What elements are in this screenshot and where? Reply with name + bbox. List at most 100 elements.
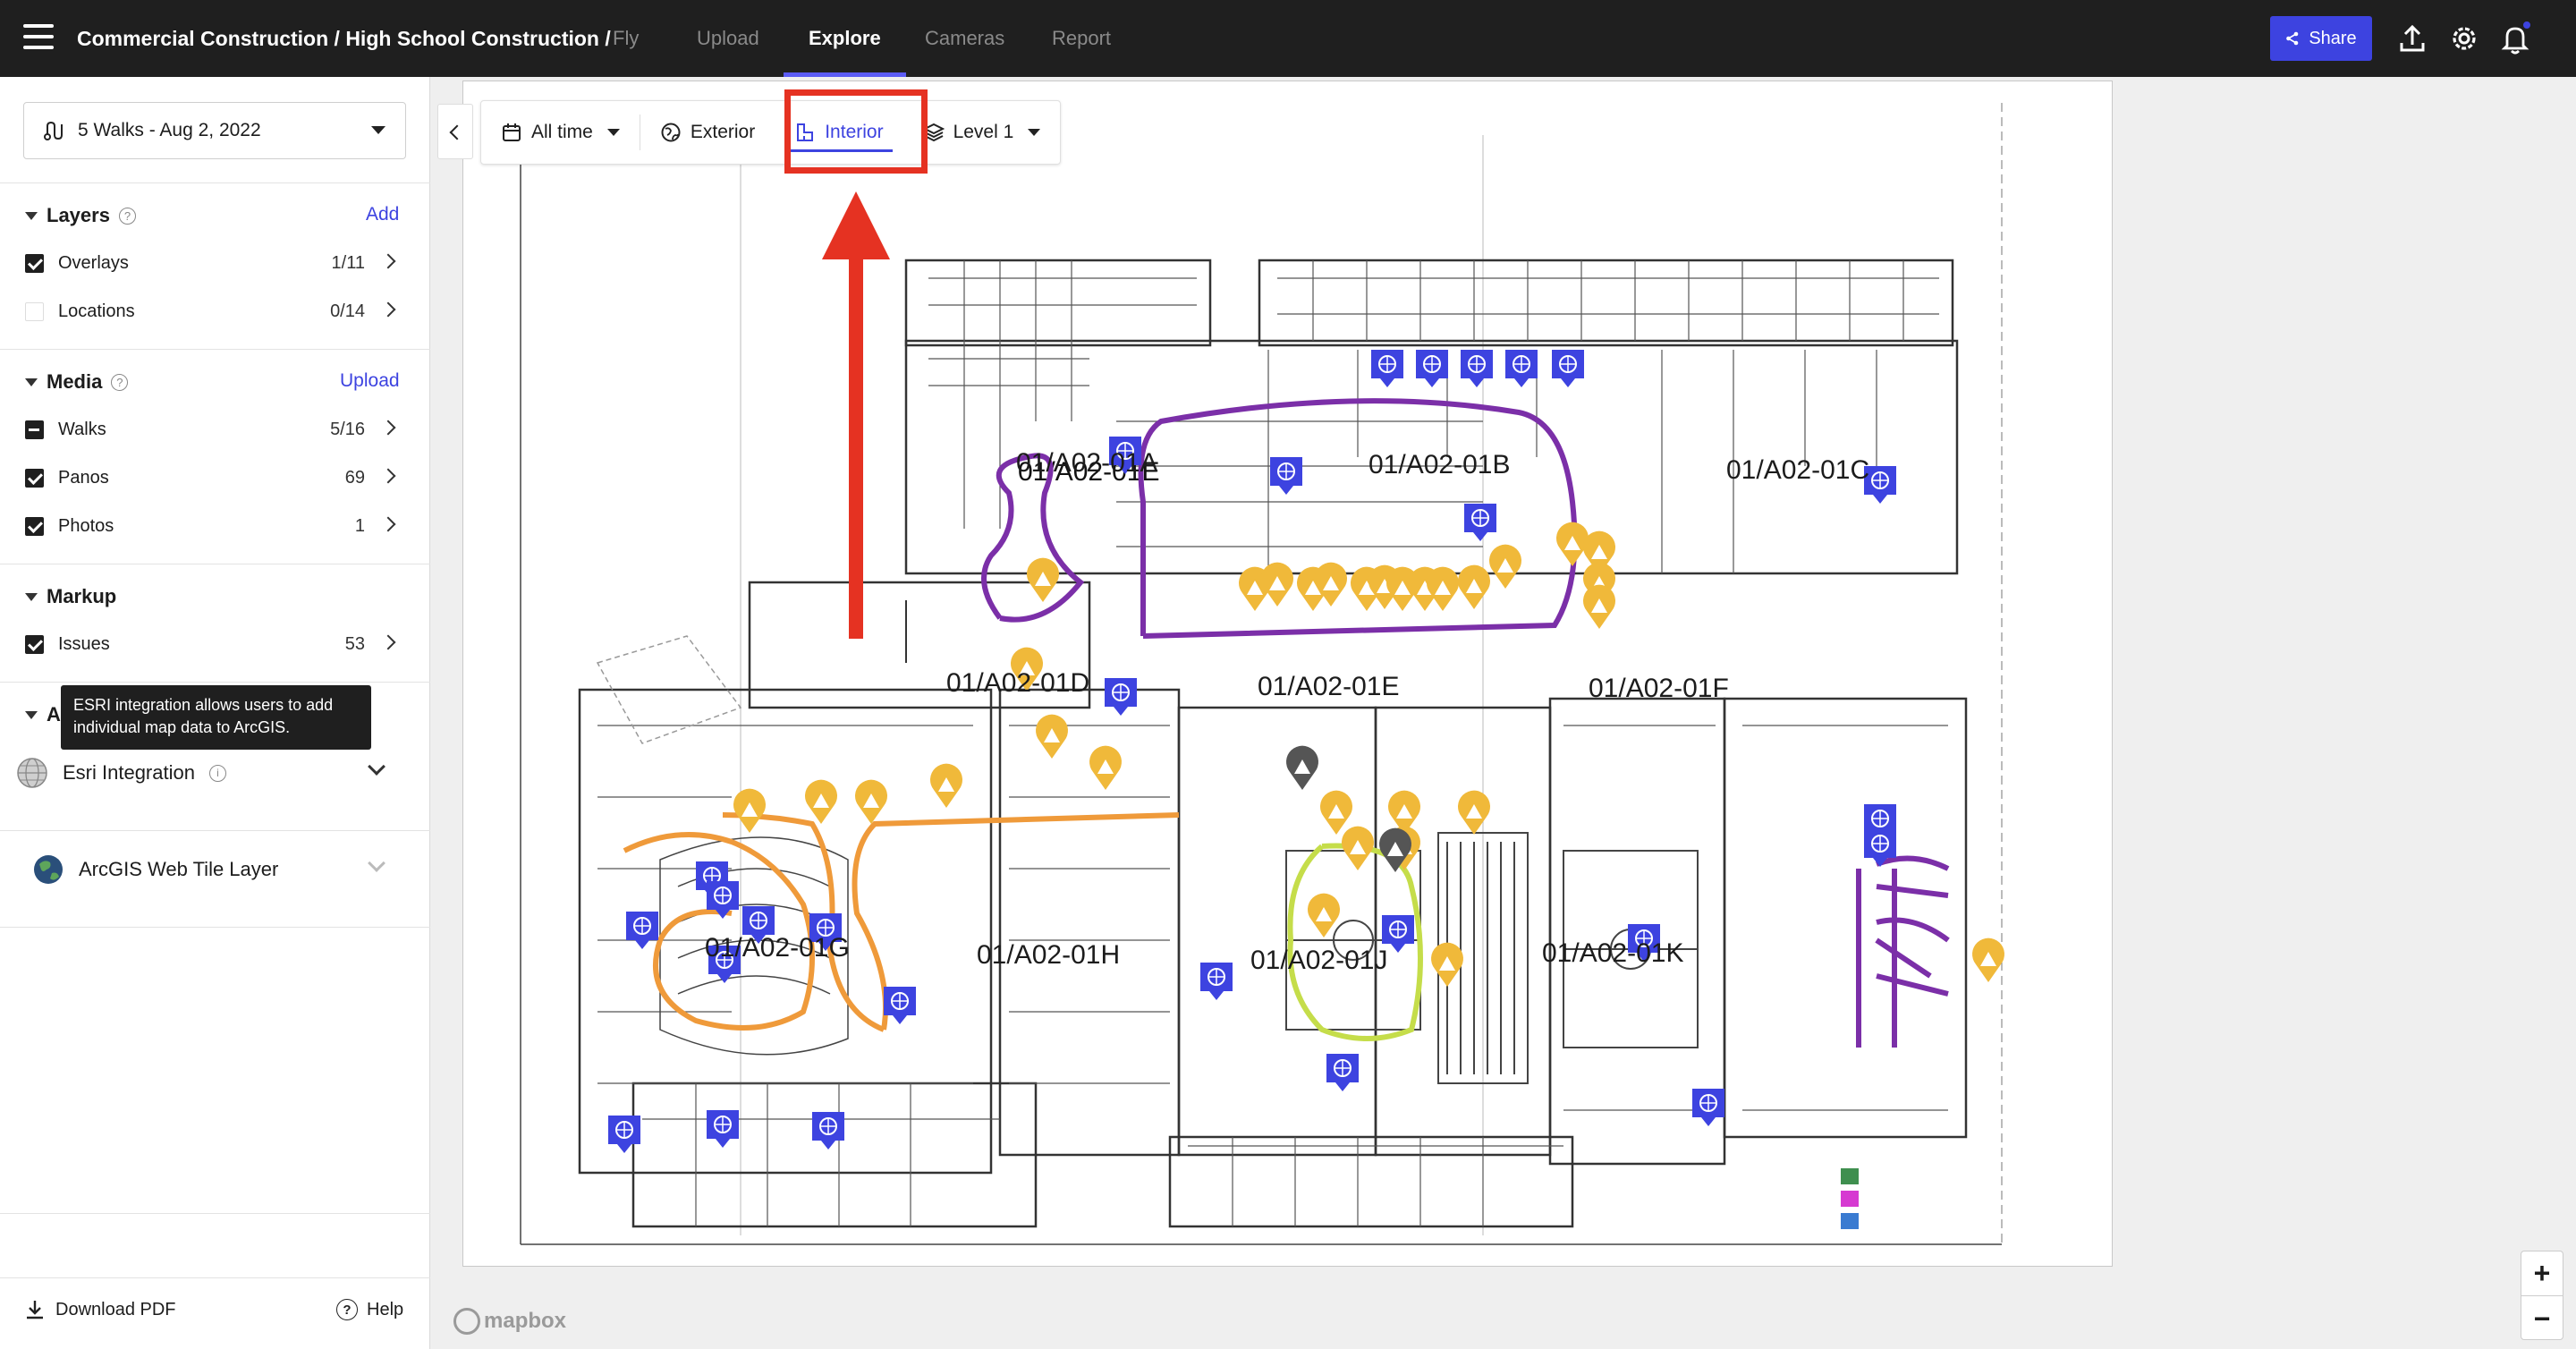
pano-marker-icon[interactable] [626,912,658,949]
panos-checkbox[interactable] [25,468,44,488]
pano-marker-icon[interactable] [1270,457,1302,495]
media-row-photos[interactable]: Photos 1 [25,510,401,542]
issue-marker-icon[interactable] [855,779,887,824]
zoom-out-button[interactable]: − [2521,1296,2563,1341]
map-canvas[interactable]: 01/A02-01E 01/A02-01A 01/A02-01B 01/A02-… [430,77,2576,1349]
help-button[interactable]: ? Help [336,1294,403,1326]
issue-markers[interactable] [733,522,2004,987]
issue-marker-icon[interactable] [1972,938,2004,982]
caret-down-icon [606,129,620,136]
integrations-section-toggle[interactable]: A [25,703,61,726]
issue-marker-icon[interactable] [1427,566,1460,611]
chevron-right-icon[interactable] [380,634,396,650]
issue-marker-icon[interactable] [1342,826,1374,870]
row-label: Overlays [58,252,129,273]
share-button[interactable]: Share [2270,16,2372,61]
issue-marker-icon[interactable] [1027,557,1059,602]
download-icon [27,1301,43,1319]
arcgis-tile-layer-row[interactable]: ArcGIS Web Tile Layer [32,850,426,889]
info-icon[interactable]: i [208,764,226,782]
tab-cameras[interactable]: Cameras [925,0,1004,77]
locations-checkbox[interactable] [25,301,44,321]
markup-section-toggle[interactable]: Markup [25,585,116,608]
esri-integration-row[interactable]: Esri Integration i [16,753,410,793]
markup-row-issues[interactable]: Issues 53 [25,628,401,660]
mapbox-logo[interactable]: mapbox [453,1308,566,1335]
layer-row-locations[interactable]: Locations 0/14 [25,295,401,327]
layers-section-toggle[interactable]: Layers ? [25,204,136,227]
divider [0,1277,430,1278]
notifications-button[interactable] [2498,20,2532,55]
pano-marker-icon[interactable] [608,1116,640,1153]
divider [0,682,430,683]
chevron-right-icon[interactable] [380,420,396,436]
media-row-walks[interactable]: Walks 5/16 [25,413,401,445]
pano-marker-icon[interactable] [1692,1089,1724,1126]
level-dropdown[interactable]: Level 1 [903,100,1061,165]
pano-marker-icon[interactable] [1461,350,1493,387]
pano-marker-icon[interactable] [1505,350,1538,387]
breadcrumb[interactable]: Commercial Construction / High School Co… [77,0,611,77]
pano-marker-icon[interactable] [1326,1054,1359,1091]
tab-explore[interactable]: Explore [784,0,906,77]
issue-marker-icon[interactable] [1036,714,1068,759]
walks-checkbox[interactable] [25,420,44,439]
divider [0,830,430,831]
chevron-right-icon[interactable] [380,516,396,532]
pano-marker-icon[interactable] [1371,350,1403,387]
divider [0,927,430,928]
media-section-toggle[interactable]: Media ? [25,370,129,394]
settings-icon[interactable] [2447,21,2481,55]
pano-marker-icon[interactable] [1464,504,1496,541]
upload-icon[interactable] [2395,21,2429,55]
upload-media-button[interactable]: Upload [340,370,400,392]
walk-selector[interactable]: 5 Walks - Aug 2, 2022 [23,102,406,159]
chevron-right-icon[interactable] [380,253,396,269]
zoom-in-button[interactable]: + [2521,1251,2563,1296]
layer-row-overlays[interactable]: Overlays 1/11 [25,247,401,279]
tab-fly[interactable]: Fly [613,0,639,77]
issue-marker-icon[interactable] [1489,544,1522,589]
floor-plan[interactable]: 01/A02-01E 01/A02-01A 01/A02-01B 01/A02-… [462,81,2113,1267]
add-layer-button[interactable]: Add [366,204,399,225]
issues-checkbox[interactable] [25,634,44,654]
chevron-down-icon[interactable] [368,854,386,872]
issue-marker-icon[interactable] [1458,564,1490,609]
collapse-sidebar-button[interactable] [437,104,473,159]
pano-marker-icon[interactable] [1416,350,1448,387]
issue-marker-icon[interactable] [1286,745,1318,790]
pano-marker-icon[interactable] [1105,678,1137,716]
issue-marker-icon[interactable] [1431,942,1463,987]
pano-markers[interactable] [608,350,1896,1153]
issue-marker-icon[interactable] [1583,584,1615,629]
chevron-right-icon[interactable] [380,301,396,318]
issue-marker-icon[interactable] [1089,745,1122,790]
issue-marker-icon[interactable] [805,779,837,824]
issue-marker-icon[interactable] [733,788,766,833]
download-pdf-button[interactable]: Download PDF [23,1294,176,1326]
photos-checkbox[interactable] [25,516,44,536]
help-icon[interactable]: ? [118,207,136,225]
pano-marker-icon[interactable] [1552,350,1584,387]
tab-report[interactable]: Report [1052,0,1111,77]
menu-icon[interactable] [23,24,54,51]
issue-marker-icon[interactable] [1261,562,1293,607]
chevron-right-icon[interactable] [380,468,396,484]
overlays-checkbox[interactable] [25,253,44,273]
issue-marker-icon[interactable] [930,763,962,808]
exterior-toggle[interactable]: Exterior [640,100,775,165]
interior-toggle[interactable]: Interior [775,100,902,165]
tab-upload[interactable]: Upload [697,0,759,77]
issue-marker-icon[interactable] [1320,790,1352,835]
level-label: Level 1 [953,122,1014,142]
pano-marker-icon[interactable] [1200,963,1233,1000]
help-icon[interactable]: ? [111,373,129,391]
divider [0,182,430,183]
chevron-down-icon[interactable] [368,758,386,776]
time-filter-dropdown[interactable]: All time [481,100,640,165]
pano-marker-icon[interactable] [884,987,916,1024]
globe-icon [17,758,47,788]
pano-marker-icon[interactable] [707,1110,739,1148]
media-row-panos[interactable]: Panos 69 [25,462,401,494]
issue-marker-icon[interactable] [1457,790,1490,835]
